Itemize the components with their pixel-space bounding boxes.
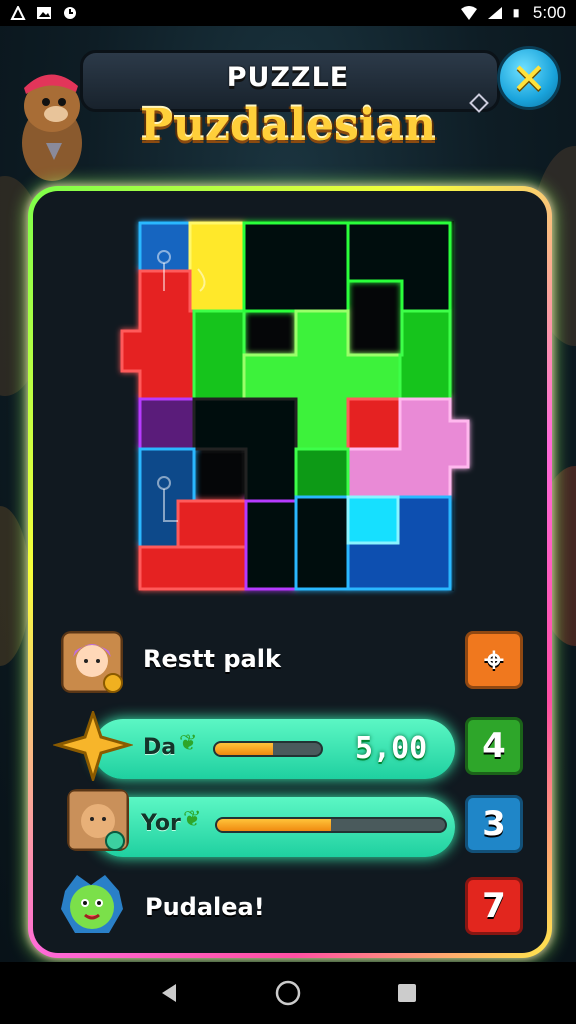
score-value: 5,00 bbox=[355, 731, 428, 766]
list-item[interactable]: Pudalea! 7 bbox=[33, 871, 557, 941]
action-button[interactable]: ⌖ bbox=[465, 631, 523, 689]
puzzle-piece-red-l[interactable] bbox=[176, 499, 248, 549]
count-button[interactable]: 4 bbox=[465, 717, 523, 775]
count-value: 4 bbox=[482, 726, 506, 766]
recents-icon bbox=[397, 984, 416, 1002]
arrow-target-icon: ⌖ bbox=[484, 640, 504, 680]
puzzle-board[interactable] bbox=[120, 221, 470, 591]
puzzle-piece-navy[interactable] bbox=[294, 495, 350, 591]
clock-time: 5:00 bbox=[532, 3, 566, 22]
progress-bar bbox=[215, 817, 447, 833]
row-label: Da bbox=[143, 735, 177, 760]
leaf-icon: ❦ bbox=[179, 731, 198, 756]
row-label: Restt palk bbox=[143, 645, 281, 673]
status-bar: 5:00 bbox=[0, 0, 576, 26]
row-label: Yor bbox=[141, 811, 181, 836]
puzzle-grid bbox=[120, 221, 470, 591]
progress-bar bbox=[213, 741, 323, 757]
image-icon bbox=[37, 7, 51, 19]
home-button[interactable] bbox=[275, 980, 301, 1006]
navigation-bar bbox=[0, 962, 576, 1024]
puzzle-panel: Restt palk ⌖ Da ❦ 5,00 4 Yor ❦ 3 Pudalea… bbox=[28, 186, 552, 958]
background-creature bbox=[0, 506, 30, 666]
progress-fill bbox=[215, 743, 274, 755]
green-creature-avatar bbox=[61, 875, 123, 933]
title-small: PUZZLE bbox=[226, 62, 350, 93]
puzzle-piece-red-bottom[interactable] bbox=[138, 545, 248, 591]
back-icon bbox=[162, 984, 177, 1002]
clock-icon bbox=[64, 7, 76, 19]
game-title: Puzdalesian bbox=[139, 100, 437, 151]
puzzle-piece-yellow[interactable] bbox=[188, 221, 246, 313]
avatar bbox=[67, 789, 129, 851]
count-button[interactable]: 7 bbox=[465, 877, 523, 935]
puzzle-piece-purple[interactable] bbox=[138, 397, 196, 451]
puzzle-piece-cyan-small[interactable] bbox=[346, 495, 400, 545]
puzzle-piece-green-right[interactable] bbox=[398, 309, 452, 401]
signal-icon bbox=[487, 7, 502, 19]
home-icon bbox=[275, 980, 301, 1006]
star-badge-icon bbox=[53, 711, 133, 781]
puzzle-piece-green-dark[interactable] bbox=[192, 309, 246, 401]
back-button[interactable] bbox=[156, 980, 182, 1006]
progress-fill bbox=[217, 819, 331, 831]
list-item[interactable]: Da ❦ 5,00 4 bbox=[33, 711, 557, 781]
puzzle-piece-green-small[interactable] bbox=[294, 447, 350, 499]
row-label: Pudalea! bbox=[145, 893, 265, 921]
close-button[interactable]: ✕ bbox=[497, 46, 561, 110]
notification-a-icon bbox=[10, 6, 26, 20]
avatar bbox=[61, 631, 123, 693]
list-item[interactable]: Restt palk ⌖ bbox=[33, 631, 557, 701]
leaf-icon: ❦ bbox=[183, 807, 202, 832]
puzzle-piece-black-bottom[interactable] bbox=[244, 499, 298, 591]
puzzle-piece-red[interactable] bbox=[120, 269, 196, 401]
puzzle-piece-black-tl[interactable] bbox=[242, 221, 350, 313]
game-screen: PUZZLE Puzdalesian ✕ Restt palk ⌖ Da ❦ 5… bbox=[0, 26, 576, 962]
recents-button[interactable] bbox=[394, 980, 420, 1006]
close-icon: ✕ bbox=[511, 53, 547, 103]
wifi-icon bbox=[460, 6, 477, 20]
count-button[interactable]: 3 bbox=[465, 795, 523, 853]
count-value: 3 bbox=[482, 804, 506, 844]
count-value: 7 bbox=[482, 886, 506, 926]
battery-icon bbox=[513, 9, 519, 18]
puzzle-piece-red-small[interactable] bbox=[346, 397, 402, 451]
list-item[interactable]: Yor ❦ 3 bbox=[33, 789, 557, 859]
